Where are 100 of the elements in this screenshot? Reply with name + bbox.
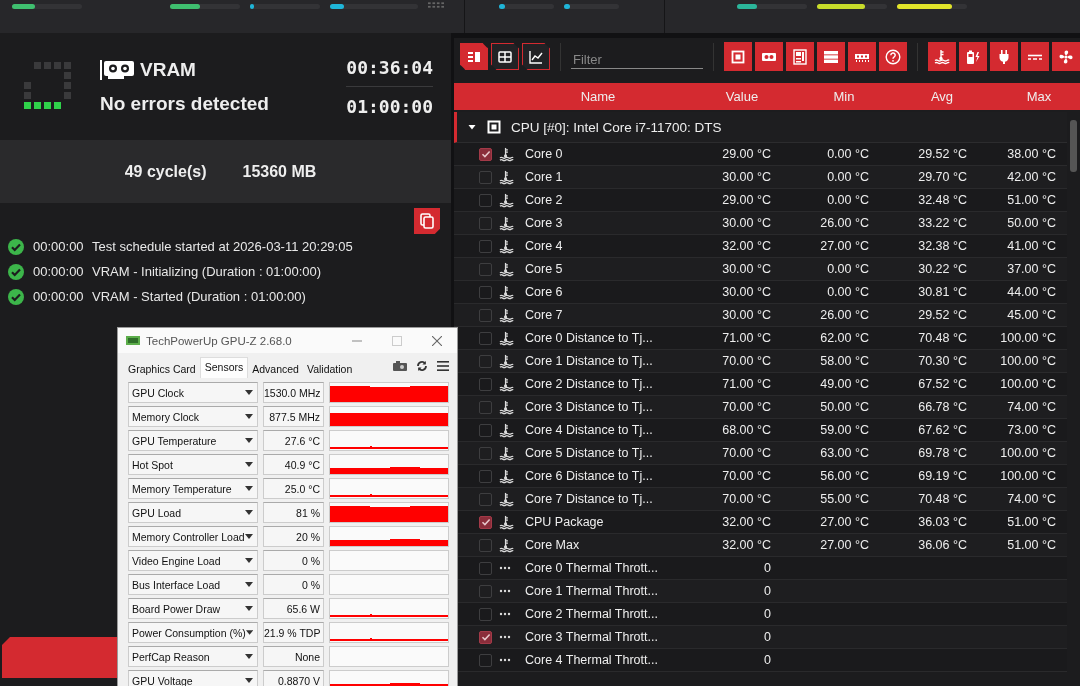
checkbox[interactable] [479,239,492,253]
checkbox[interactable] [479,584,492,598]
ellipsis-icon [499,612,511,616]
storage-button[interactable] [817,42,845,71]
sensor-dropdown[interactable]: Hot Spot [128,454,258,475]
voltage-button[interactable] [1021,42,1049,71]
table-cell: 66.78 °C [918,400,967,414]
motherboard-icon [792,48,808,65]
table-cell: 30.00 °C [722,308,771,322]
checkbox[interactable] [479,607,492,621]
dropdown-arrow-icon [245,414,253,419]
ellipsis-icon [499,635,511,639]
sensor-dropdown[interactable]: Bus Interface Load [128,574,258,595]
sensor-dropdown[interactable]: GPU Load [128,502,258,523]
copy-button[interactable] [414,208,440,234]
checkbox[interactable] [479,354,492,368]
table-view-button[interactable] [491,43,519,70]
sensor-dropdown[interactable]: PerfCap Reason [128,646,258,667]
checkbox[interactable] [479,285,492,299]
chart-view-button[interactable] [522,43,550,70]
maximize-icon [392,335,402,346]
list-view-button[interactable] [460,43,488,70]
memory-button[interactable] [848,42,876,71]
checkbox[interactable] [479,561,492,575]
table-cell: 0.00 °C [827,285,869,299]
checkbox[interactable] [479,377,492,391]
sensor-name: Core 2 Thermal Thrott... [525,607,659,621]
checkbox[interactable] [479,492,492,506]
checkbox[interactable] [479,469,492,483]
table-cell: 30.00 °C [722,216,771,230]
thermometer-icon [499,238,514,254]
table-cell: 29.00 °C [722,193,771,207]
thermometer-icon [499,284,514,300]
sensor-name: Core 7 Distance to Tj... [525,492,654,506]
sensor-name: Core 4 [525,239,564,253]
table-cell: 32.48 °C [918,193,967,207]
checkbox[interactable] [479,147,492,161]
checkbox[interactable] [479,170,492,184]
fan-button[interactable] [1052,42,1080,71]
checkbox[interactable] [479,630,492,644]
table-cell: 0.00 °C [827,147,869,161]
plug-button[interactable] [990,42,1018,71]
checkbox[interactable] [479,538,492,552]
sensor-dropdown[interactable]: Video Engine Load [128,550,258,571]
check-icon [480,517,491,527]
column-header[interactable]: Avg [930,89,954,104]
checkbox[interactable] [479,262,492,276]
sensor-dropdown[interactable]: GPU Clock [128,382,258,403]
checkbox[interactable] [479,653,492,667]
temperature-button[interactable] [928,42,956,71]
checkbox[interactable] [479,423,492,437]
table-cell: 26.00 °C [820,216,869,230]
column-header[interactable]: Name [580,89,616,104]
table-cell: 0 [764,561,771,575]
check-icon [8,238,24,255]
sensor-name: Core 5 Distance to Tj... [525,446,654,460]
group-row[interactable]: CPU [#0]: Intel Core i7-11700: DTS [454,112,1067,143]
table-cell: 70.48 °C [918,331,967,345]
table-cell: 63.00 °C [820,446,869,460]
sensor-name: CPU Package [525,515,605,529]
sensor-dropdown[interactable]: GPU Voltage [128,670,258,686]
filter-field[interactable]: Filter [571,50,703,69]
camera-icon [393,361,407,371]
table-cell: 37.00 °C [1007,262,1056,276]
gpu-button[interactable] [755,42,783,71]
fan-icon [1058,48,1074,65]
table-cell: 69.78 °C [918,446,967,460]
help-button[interactable] [879,42,907,71]
column-header[interactable]: Min [833,89,855,104]
sensor-dropdown[interactable]: Board Power Draw [128,598,258,619]
sensor-name: Core 0 Thermal Thrott... [525,561,659,575]
table-cell: 69.19 °C [918,469,967,483]
column-header[interactable]: Max [1026,89,1052,104]
cpu-button[interactable] [724,42,752,71]
checkbox[interactable] [479,446,492,460]
checkbox[interactable] [479,193,492,207]
dropdown-arrow-icon [245,390,253,395]
checkbox[interactable] [479,216,492,230]
sensor-dropdown[interactable]: Memory Temperature [128,478,258,499]
scrollbar-thumb[interactable] [1070,120,1077,172]
table-cell: 30.00 °C [722,170,771,184]
sensor-dropdown[interactable]: Memory Controller Load [128,526,258,547]
power-button[interactable] [959,42,987,71]
menu-icon [437,361,449,371]
sensor-value: 25.0 °C [263,478,324,499]
sensor-dropdown[interactable]: Memory Clock [128,406,258,427]
tab[interactable]: Sensors [199,357,249,378]
checkbox[interactable] [479,400,492,414]
checkbox[interactable] [479,331,492,345]
cycle-count: 49 cycle(s) [124,162,207,181]
app-icon [126,335,140,346]
sensor-dropdown[interactable]: Power Consumption (%) [128,622,258,643]
sensor-dropdown[interactable]: GPU Temperature [128,430,258,451]
sensor-name: Core 7 [525,308,564,322]
motherboard-button[interactable] [786,42,814,71]
column-header[interactable]: Value [725,89,759,104]
duration-time: 01:00:00 [346,94,433,119]
table-cell: 42.00 °C [1007,170,1056,184]
checkbox[interactable] [479,515,492,529]
checkbox[interactable] [479,308,492,322]
